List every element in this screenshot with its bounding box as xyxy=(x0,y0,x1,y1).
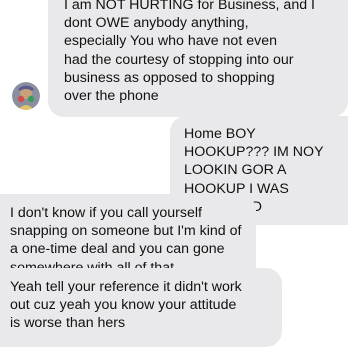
message-bubble-incoming-3: Yeah tell your reference it didn't work … xyxy=(0,268,282,347)
message-thread: I am NOT HURTING for Business, and I don… xyxy=(0,0,348,348)
message-bubble-incoming-1: I am NOT HURTING for Business, and I don… xyxy=(48,0,348,118)
contact-avatar-icon[interactable] xyxy=(12,82,40,110)
